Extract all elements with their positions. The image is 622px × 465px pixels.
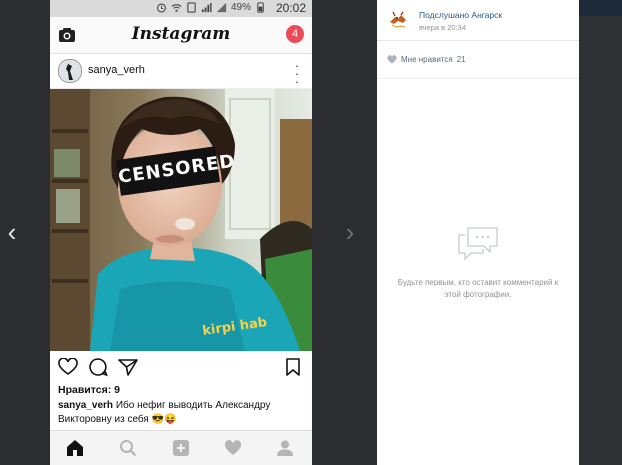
profile-icon[interactable] [276,439,294,457]
status-time: 20:02 [275,1,306,15]
home-icon[interactable] [66,439,84,457]
empty-comments-message: Будьте первым, кто оставит комментарий к… [397,278,559,299]
like-heart-icon [387,55,397,64]
post-username[interactable]: sanya_verh [88,64,145,76]
post-photo[interactable]: kirpi hab CENSORED [50,89,312,351]
bottom-navigation [50,430,312,465]
instagram-logo: Instagram [131,24,231,44]
group-name-link[interactable]: Подслушано Ангарск [419,10,502,20]
photo-viewer: ‹ › 49% 20:02 Instagram 4 sanya_verh · ·… [0,0,622,465]
group-avatar[interactable] [387,8,409,30]
comments-panel: Подслушано Ангарск вчера в 20:34 Мне нра… [377,0,579,465]
page-background-edge [579,0,622,465]
battery-icon [257,2,264,13]
search-icon[interactable] [119,439,137,457]
add-post-icon[interactable] [172,439,190,457]
share-icon[interactable] [118,358,138,376]
status-icons: 49% [156,2,266,13]
post-author-header: Подслушано Ангарск вчера в 20:34 [377,0,579,41]
signal-bars-icon [201,2,212,13]
like-label: Мне нравится [401,55,453,64]
direct-messages-badge[interactable]: 4 [286,25,304,43]
instagram-header: Instagram 4 [50,17,312,54]
status-bar: 49% 20:02 [50,0,312,17]
header-strip [579,0,622,16]
post-timestamp[interactable]: вчера в 20:34 [419,23,466,32]
more-options-icon[interactable]: · · · [294,58,300,88]
likes-count[interactable]: Нравится: 9 [58,384,120,396]
activity-heart-icon[interactable] [224,439,242,457]
avatar[interactable] [58,59,82,83]
post-actions [50,352,312,382]
signal-icon [216,2,227,13]
comment-icon[interactable] [88,357,108,377]
next-photo-arrow-icon[interactable]: › [340,218,360,246]
divider [377,78,579,79]
battery-percent: 49% [230,2,251,13]
like-count[interactable]: 21 [457,55,466,64]
post-header: sanya_verh · · · [50,54,312,89]
like-button[interactable]: Мне нравится 21 [387,55,466,64]
phone-screenshot: 49% 20:02 Instagram 4 sanya_verh · · · k… [50,0,312,465]
post-caption: sanya_verh Ибо нефиг выводить Александру… [58,399,304,426]
caption-username[interactable]: sanya_verh [58,400,113,411]
notification-icon [187,2,196,13]
alarm-icon [156,3,166,13]
wifi-icon [171,4,182,12]
empty-comments-icon [458,227,498,261]
previous-photo-arrow-icon[interactable]: ‹ [2,218,22,246]
photo-image: kirpi hab [50,89,312,351]
heart-icon[interactable] [58,358,78,376]
bookmark-icon[interactable] [286,358,300,376]
